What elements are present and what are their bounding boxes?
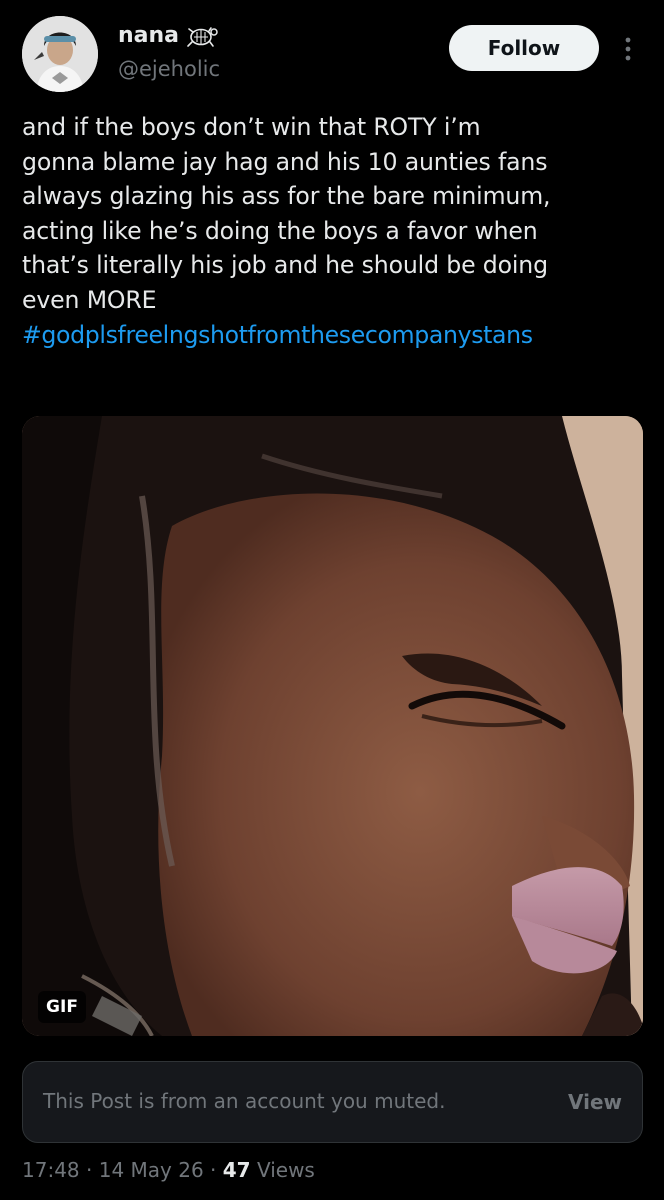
follow-button[interactable]: Follow: [449, 25, 599, 71]
view-muted-post-button[interactable]: View: [568, 1089, 622, 1115]
meta-separator: ·: [203, 1158, 223, 1182]
post-date[interactable]: 14 May 26: [99, 1158, 204, 1182]
turtle-icon: [184, 22, 218, 50]
display-name[interactable]: nana: [118, 22, 179, 50]
post-meta: 17:48 · 14 May 26 · 47 Views: [22, 1156, 315, 1184]
post-time[interactable]: 17:48: [22, 1158, 80, 1182]
muted-quoted-post: This Post is from an account you muted. …: [22, 1061, 643, 1143]
views-label: Views: [256, 1158, 315, 1182]
hashtag-link[interactable]: #godplsfreelngshotfromthesecompanystans: [22, 318, 647, 353]
post-text-line: and if the boys don’t win that ROTY i’m: [22, 113, 481, 141]
views-count: 47: [222, 1158, 251, 1182]
user-handle[interactable]: @ejeholic: [118, 56, 220, 82]
meta-separator: ·: [79, 1158, 99, 1182]
avatar[interactable]: [22, 16, 98, 92]
post-text-line: that’s literally his job and he should b…: [22, 251, 548, 280]
post-text-line: gonna blame jay hag and his 10 aunties f…: [22, 147, 548, 176]
muted-post-notice: This Post is from an account you muted.: [43, 1089, 446, 1113]
post-header: nana @ejeholic Follow: [0, 0, 664, 100]
gif-image: [22, 416, 643, 1036]
avatar-icon: [22, 16, 98, 92]
gif-badge: GIF: [38, 991, 86, 1023]
post-text-line: always glazing his ass for the bare mini…: [22, 182, 551, 211]
gif-media[interactable]: [22, 416, 643, 1036]
more-vertical-icon[interactable]: [614, 34, 642, 64]
post-text: and if the boys don’t win that ROTY i’m …: [22, 110, 647, 352]
post-text-line: even MORE: [22, 285, 157, 314]
post-text-line: acting like he’s doing the boys a favor …: [22, 216, 538, 245]
